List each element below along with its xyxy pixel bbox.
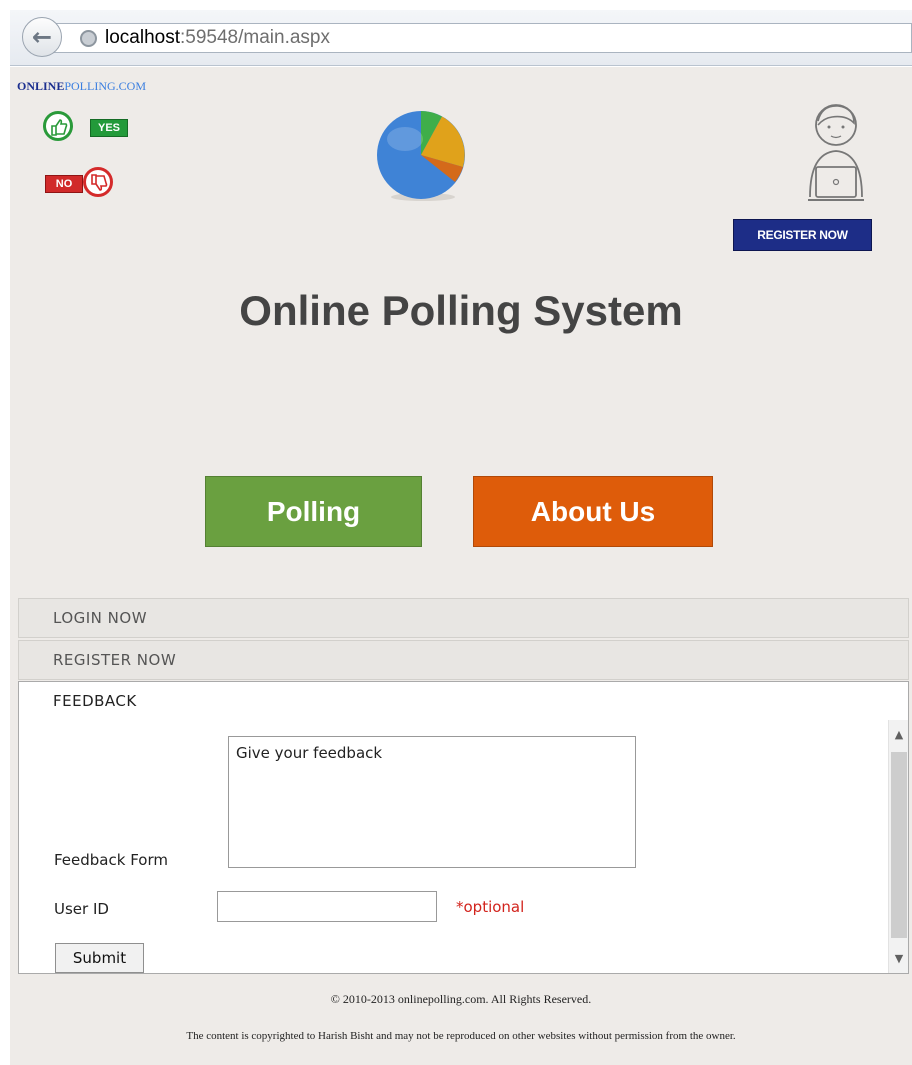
scroll-up-icon[interactable]: ▲ [889,720,908,750]
page: ONLINEPOLLING.COM YES NO REGISTER NOW On… [10,67,912,1065]
feedback-form-label: Feedback Form [54,851,168,869]
browser-toolbar: localhost:59548/main.aspx ← [10,10,912,66]
pie-chart-icon [377,111,465,201]
accordion-feedback-header[interactable]: FEEDBACK [18,681,909,721]
url-path: :59548/main.aspx [180,27,330,48]
accordion-register-header[interactable]: REGISTER NOW [18,640,909,680]
thumbs-down-icon [83,167,113,197]
scroll-thumb[interactable] [891,752,907,938]
user-id-input[interactable] [217,891,437,922]
footer-notice: The content is copyrighted to Harish Bis… [186,1030,736,1042]
page-title: Online Polling System [239,287,683,334]
user-id-label: User ID [54,900,109,918]
yes-badge: YES [90,119,128,137]
site-logo-text: ONLINEPOLLING.COM [17,79,147,93]
optional-note: *optional [456,898,525,916]
no-badge: NO [45,175,83,193]
back-button[interactable]: ← [22,17,62,57]
polling-button[interactable]: Polling [205,476,422,547]
globe-icon [80,29,97,47]
url-host: localhost [105,27,180,48]
back-arrow-icon: ← [31,23,53,51]
footer-copyright: © 2010-2013 onlinepolling.com. All Right… [330,992,592,1006]
feedback-panel: Feedback Form Give your feedback User ID… [18,720,909,974]
register-now-banner[interactable]: REGISTER NOW [733,219,872,251]
accordion-login-header[interactable]: LOGIN NOW [18,598,909,638]
user-laptop-icon [808,104,864,201]
address-bar[interactable]: localhost:59548/main.aspx [52,23,912,53]
scroll-down-icon[interactable]: ▼ [889,944,908,973]
feedback-textarea[interactable]: Give your feedback [228,736,636,868]
panel-scrollbar[interactable]: ▲ ▼ [888,720,908,973]
submit-button[interactable]: Submit [55,943,144,973]
thumbs-up-icon [43,111,73,141]
about-us-button[interactable]: About Us [473,476,713,547]
